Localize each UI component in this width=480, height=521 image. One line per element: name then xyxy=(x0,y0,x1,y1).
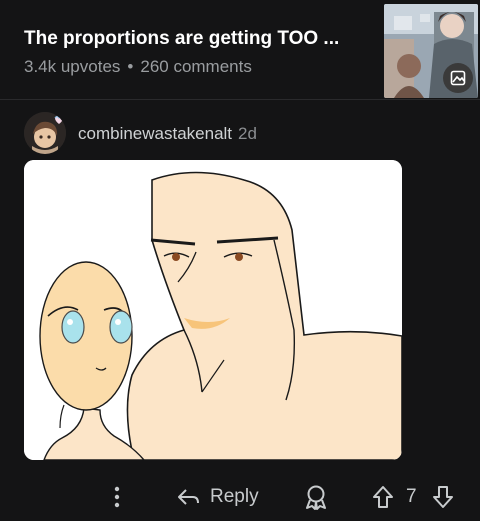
author-name[interactable]: combinewastakenalt xyxy=(78,124,232,143)
comment-age: 2d xyxy=(238,124,257,143)
comment-actions: Reply 7 xyxy=(0,476,480,516)
reply-label: Reply xyxy=(210,486,259,507)
reply-button[interactable]: Reply xyxy=(176,482,259,512)
meta-separator: • xyxy=(127,57,134,76)
upvote-count: 3.4k upvotes xyxy=(24,57,121,76)
downvote-arrow-icon xyxy=(433,486,453,508)
comment-author[interactable]: combinewastakenalt 2d xyxy=(78,124,257,144)
header-divider xyxy=(0,99,480,100)
post-title[interactable]: The proportions are getting TOO ... xyxy=(24,28,374,50)
avatar[interactable] xyxy=(24,112,66,154)
upvote-button[interactable] xyxy=(372,482,394,512)
reply-arrow-icon xyxy=(178,489,199,505)
post-header[interactable]: The proportions are getting TOO ... 3.4k… xyxy=(0,0,480,99)
award-icon xyxy=(306,485,326,510)
comment-count: 260 comments xyxy=(140,57,252,76)
gallery-icon xyxy=(443,63,473,93)
award-button[interactable] xyxy=(304,482,328,512)
upvote-arrow-icon xyxy=(373,486,393,508)
vote-count: 7 xyxy=(406,486,417,507)
more-vertical-icon xyxy=(114,486,120,508)
post-meta: 3.4k upvotes • 260 comments xyxy=(24,57,252,77)
more-options-button[interactable] xyxy=(108,482,126,512)
drawing xyxy=(24,160,402,460)
comment-header: combinewastakenalt 2d xyxy=(24,112,464,154)
post-thumbnail[interactable] xyxy=(384,4,478,98)
downvote-button[interactable] xyxy=(432,482,454,512)
comment-image[interactable] xyxy=(24,160,402,460)
